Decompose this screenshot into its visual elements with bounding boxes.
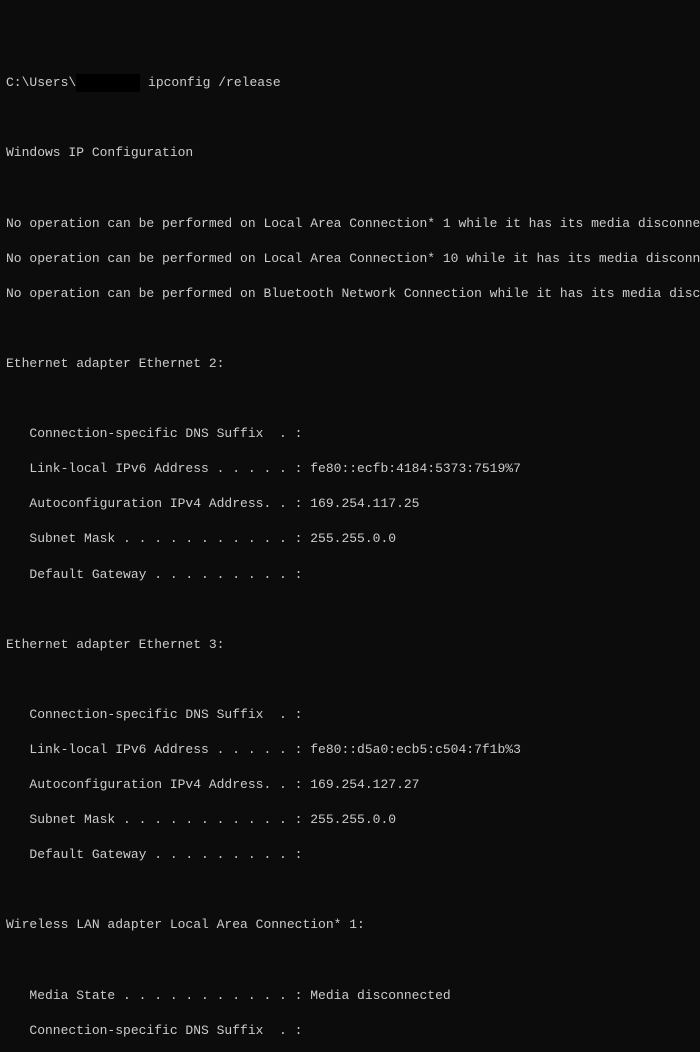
adapter-row-label: Subnet Mask . . . . . . . . . . . : [6, 811, 310, 829]
adapter-row-value: 255.255.0.0 [310, 530, 396, 548]
adapter-row-label: Link-local IPv6 Address . . . . . : [6, 741, 310, 759]
blank-line [6, 601, 694, 619]
command-text: ipconfig /release [148, 74, 281, 92]
adapter-row-value: fe80::ecfb:4184:5373:7519%7 [310, 460, 521, 478]
adapter-row: Connection-specific DNS Suffix . : [6, 706, 694, 724]
warning-message: No operation can be performed on Local A… [6, 250, 694, 268]
adapter-row-value: Media disconnected [310, 987, 450, 1005]
adapter-row-label: Default Gateway . . . . . . . . . : [6, 566, 302, 584]
adapter-row-label: Autoconfiguration IPv4 Address. . : [6, 776, 310, 794]
blank-line [6, 881, 694, 899]
adapter-row: Link-local IPv6 Address . . . . . : fe80… [6, 460, 694, 478]
adapter-row: Default Gateway . . . . . . . . . : [6, 846, 694, 864]
redacted-username: xxxxxxx [76, 74, 140, 92]
blank-line [6, 390, 694, 408]
adapter-row-label: Media State . . . . . . . . . . . : [6, 987, 310, 1005]
adapter-row-value: 255.255.0.0 [310, 811, 396, 829]
warning-message: No operation can be performed on Bluetoo… [6, 285, 694, 303]
adapter-row: Subnet Mask . . . . . . . . . . . : 255.… [6, 811, 694, 829]
adapter-section-title: Ethernet adapter Ethernet 3: [6, 636, 694, 654]
adapter-row: Media State . . . . . . . . . . . : Medi… [6, 987, 694, 1005]
adapter-row-value: fe80::d5a0:ecb5:c504:7f1b%3 [310, 741, 521, 759]
adapter-row-value: 169.254.127.27 [310, 776, 419, 794]
adapter-section-title: Wireless LAN adapter Local Area Connecti… [6, 916, 694, 934]
adapter-row-label: Connection-specific DNS Suffix . : [6, 1022, 302, 1040]
blank-line [6, 320, 694, 338]
adapter-row-label: Autoconfiguration IPv4 Address. . : [6, 495, 310, 513]
blank-line [6, 952, 694, 970]
adapter-row-label: Subnet Mask . . . . . . . . . . . : [6, 530, 310, 548]
prompt-separator [140, 74, 148, 92]
adapter-row: Connection-specific DNS Suffix . : [6, 1022, 694, 1040]
command-prompt-line: C:\Users\xxxxxxx ipconfig /release [6, 74, 694, 92]
adapter-row: Default Gateway . . . . . . . . . : [6, 566, 694, 584]
adapter-row: Link-local IPv6 Address . . . . . : fe80… [6, 741, 694, 759]
ipconfig-header: Windows IP Configuration [6, 144, 694, 162]
adapter-row-label: Link-local IPv6 Address . . . . . : [6, 460, 310, 478]
prompt-prefix: C:\Users\ [6, 74, 76, 92]
adapter-row: Connection-specific DNS Suffix . : [6, 425, 694, 443]
blank-line [6, 671, 694, 689]
adapter-section-title: Ethernet adapter Ethernet 2: [6, 355, 694, 373]
adapter-row-label: Connection-specific DNS Suffix . : [6, 706, 302, 724]
adapter-row-label: Connection-specific DNS Suffix . : [6, 425, 302, 443]
blank-line [6, 109, 694, 127]
adapter-row-label: Default Gateway . . . . . . . . . : [6, 846, 302, 864]
blank-line [6, 179, 694, 197]
warning-message: No operation can be performed on Local A… [6, 215, 694, 233]
adapter-row: Autoconfiguration IPv4 Address. . : 169.… [6, 495, 694, 513]
adapter-row: Autoconfiguration IPv4 Address. . : 169.… [6, 776, 694, 794]
adapter-row-value: 169.254.117.25 [310, 495, 419, 513]
adapter-row: Subnet Mask . . . . . . . . . . . : 255.… [6, 530, 694, 548]
